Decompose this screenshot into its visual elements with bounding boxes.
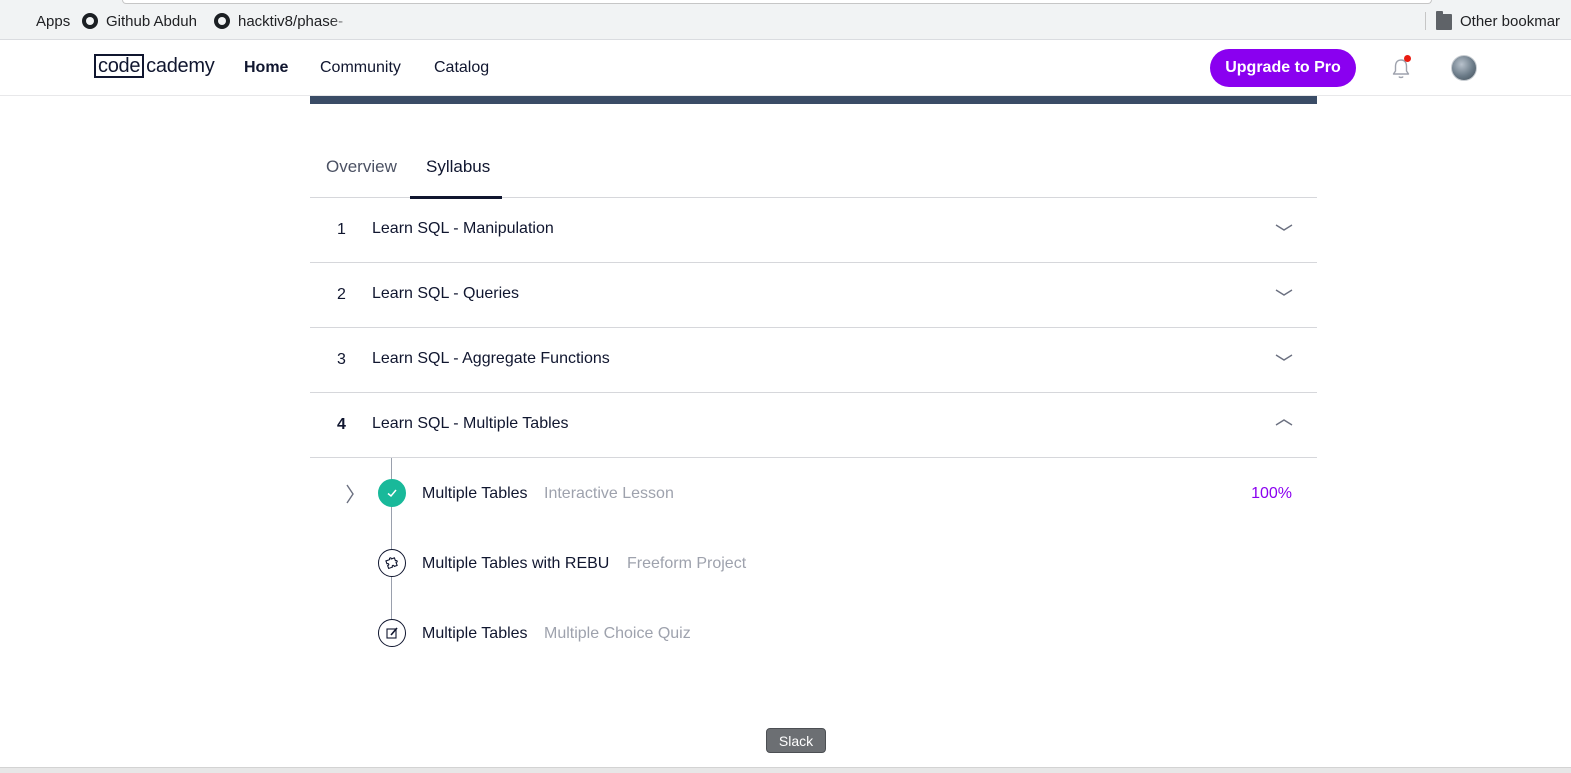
- module-title: Learn SQL - Queries: [372, 285, 520, 302]
- window-bottom-edge: [0, 767, 1571, 773]
- lesson-name: Multiple Tables: [422, 625, 528, 642]
- chevron-down-icon: [1275, 224, 1293, 231]
- other-bookmarks-label: Other bookmar: [1460, 12, 1561, 30]
- notification-badge: [1404, 55, 1411, 62]
- upgrade-to-pro-button[interactable]: Upgrade to Pro: [1210, 49, 1356, 87]
- github-icon: [82, 13, 98, 29]
- bookmark-label: Github Abduh: [106, 12, 197, 30]
- slack-tooltip: Slack: [766, 728, 826, 753]
- module-number: 1: [337, 221, 346, 238]
- chevron-right-icon[interactable]: [343, 483, 357, 505]
- lesson-progress: 100%: [1251, 485, 1292, 502]
- bookmark-github-abduh[interactable]: Github Abduh: [82, 11, 197, 31]
- check-icon: [378, 479, 406, 507]
- other-bookmarks[interactable]: Other bookmar: [1436, 11, 1560, 31]
- lesson-type: Freeform Project: [627, 555, 747, 572]
- logo-box-text: code: [94, 54, 145, 78]
- syllabus-row[interactable]: 1 Learn SQL - Manipulation: [310, 198, 1317, 263]
- chevron-down-icon: [1275, 289, 1293, 296]
- codecademy-logo[interactable]: code cademy: [94, 54, 215, 78]
- tab-overview[interactable]: Overview: [326, 157, 397, 177]
- lesson-name: Multiple Tables: [422, 485, 528, 502]
- quiz-edit-icon: [378, 619, 406, 647]
- chevron-down-icon: [1275, 354, 1293, 361]
- module-title: Learn SQL - Multiple Tables: [372, 415, 569, 432]
- puzzle-icon: [378, 549, 406, 577]
- site-header: code cademy Home Community Catalog Upgra…: [0, 40, 1571, 96]
- bookmark-label: Apps: [36, 12, 71, 30]
- bookmark-apps[interactable]: Apps: [12, 11, 70, 31]
- user-avatar[interactable]: [1451, 55, 1477, 81]
- chevron-up-icon: [1275, 419, 1293, 426]
- notifications-button[interactable]: [1391, 55, 1411, 80]
- lesson-item[interactable]: Multiple Tables Multiple Choice Quiz: [378, 619, 1308, 649]
- github-icon: [214, 13, 230, 29]
- module-title: Learn SQL - Aggregate Functions: [372, 350, 610, 367]
- lesson-type: Interactive Lesson: [544, 485, 674, 502]
- nav-home[interactable]: Home: [244, 59, 288, 77]
- folder-icon: [1436, 11, 1452, 30]
- syllabus-row[interactable]: 3 Learn SQL - Aggregate Functions: [310, 328, 1317, 393]
- nav-catalog[interactable]: Catalog: [434, 59, 489, 77]
- syllabus-row[interactable]: 2 Learn SQL - Queries: [310, 263, 1317, 328]
- bookmarks-bar: Apps Github Abduh hacktiv8/phase- Other …: [0, 0, 1571, 40]
- module-number: 3: [337, 351, 346, 368]
- omnibox-edge: [122, 0, 1432, 4]
- bookmark-hacktiv8[interactable]: hacktiv8/phase-: [214, 11, 343, 31]
- syllabus-row-expanded[interactable]: 4 Learn SQL - Multiple Tables: [310, 393, 1317, 458]
- course-tabs: Overview Syllabus: [310, 135, 1317, 199]
- lesson-item[interactable]: Multiple Tables Interactive Lesson 100%: [378, 479, 1308, 509]
- bookmark-label: hacktiv8/phase-: [238, 12, 344, 30]
- course-banner: [310, 96, 1317, 104]
- lesson-item[interactable]: Multiple Tables with REBU Freeform Proje…: [378, 549, 1308, 579]
- tab-syllabus[interactable]: Syllabus: [426, 157, 490, 177]
- logo-rest-text: cademy: [146, 55, 215, 77]
- bookmark-fade: [330, 10, 356, 32]
- module-title: Learn SQL - Manipulation: [372, 220, 554, 237]
- module-number: 4: [337, 416, 346, 433]
- bookmarks-separator: [1425, 12, 1426, 30]
- lesson-type: Multiple Choice Quiz: [544, 625, 691, 642]
- module-number: 2: [337, 286, 346, 303]
- nav-community[interactable]: Community: [320, 59, 401, 77]
- lesson-name: Multiple Tables with REBU: [422, 555, 610, 572]
- apps-grid-icon: [12, 13, 28, 29]
